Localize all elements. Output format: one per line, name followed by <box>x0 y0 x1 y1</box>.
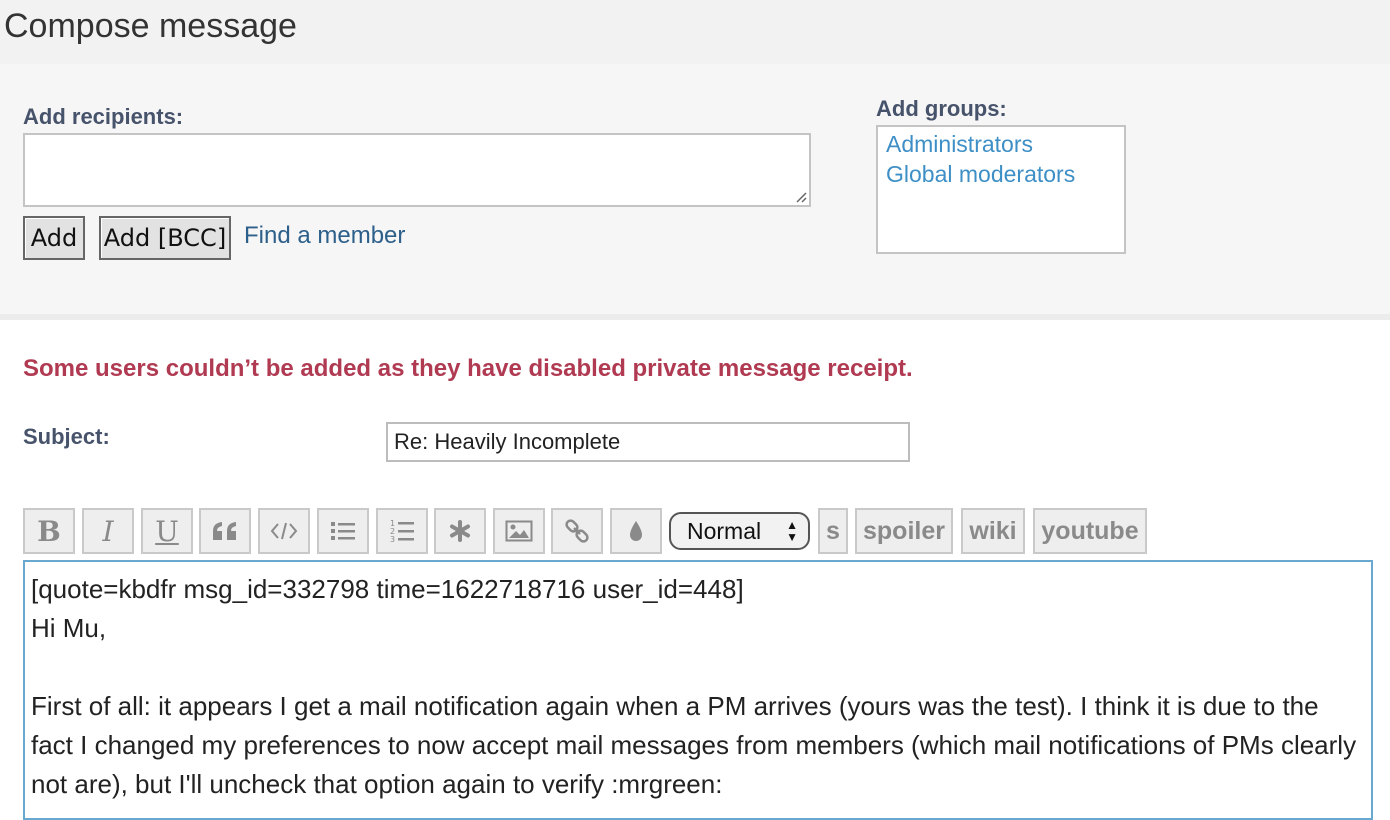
italic-icon: I <box>102 514 114 548</box>
groups-label: Add groups: <box>876 96 1007 121</box>
recipients-textarea[interactable] <box>23 133 811 207</box>
warning-message: Some users couldn’t be added as they hav… <box>23 355 913 382</box>
select-arrows-icon: ▲ ▼ <box>786 518 798 544</box>
image-button[interactable] <box>493 508 545 554</box>
strike-button[interactable]: s <box>818 508 848 554</box>
numbered-list-icon: 1 2 3 <box>390 519 414 544</box>
italic-button[interactable]: I <box>82 508 134 554</box>
subject-input[interactable]: Re: Heavily Incomplete <box>386 422 910 462</box>
recipients-label: Add recipients: <box>23 104 184 129</box>
find-member-link[interactable]: Find a member <box>244 222 405 250</box>
underline-icon: U <box>155 514 179 548</box>
groups-listbox[interactable]: Administrators Global moderators <box>876 125 1126 254</box>
quote-button[interactable] <box>199 508 251 554</box>
numbered-list-button[interactable]: 1 2 3 <box>376 508 428 554</box>
color-icon <box>630 521 642 541</box>
youtube-button[interactable]: youtube <box>1033 508 1147 554</box>
code-button[interactable] <box>258 508 310 554</box>
font-size-value: Normal <box>687 517 762 544</box>
code-icon <box>270 522 298 540</box>
message-editor[interactable]: [quote=kbdfr msg_id=332798 time=16227187… <box>23 560 1373 820</box>
youtube-label: youtube <box>1041 516 1139 545</box>
font-size-select[interactable]: Normal ▲ ▼ <box>669 512 810 550</box>
add-button[interactable]: Add <box>23 216 85 260</box>
quote-icon <box>213 522 236 540</box>
svg-text:3: 3 <box>390 535 395 544</box>
underline-button[interactable]: U <box>141 508 193 554</box>
image-icon <box>505 520 533 542</box>
resize-grip-icon[interactable] <box>795 191 807 203</box>
section-divider <box>0 314 1390 320</box>
bullet-list-icon <box>331 522 355 540</box>
wiki-button[interactable]: wiki <box>961 508 1025 554</box>
spoiler-button[interactable]: spoiler <box>855 508 953 554</box>
link-icon <box>565 519 589 543</box>
list-item-button[interactable] <box>434 508 486 554</box>
bold-icon: B <box>37 514 61 548</box>
spoiler-label: spoiler <box>863 516 945 545</box>
group-option-administrators[interactable]: Administrators <box>886 131 1033 158</box>
list-item-icon <box>450 520 470 542</box>
link-button[interactable] <box>551 508 603 554</box>
wiki-label: wiki <box>969 516 1017 545</box>
strike-label: s <box>826 516 840 545</box>
add-bcc-button[interactable]: Add [BCC] <box>99 216 231 260</box>
bold-button[interactable]: B <box>23 508 75 554</box>
page-title: Compose message <box>4 7 297 45</box>
group-option-global-moderators[interactable]: Global moderators <box>886 161 1075 188</box>
subject-label: Subject: <box>23 424 110 449</box>
bullet-list-button[interactable] <box>317 508 369 554</box>
color-button[interactable] <box>610 508 662 554</box>
